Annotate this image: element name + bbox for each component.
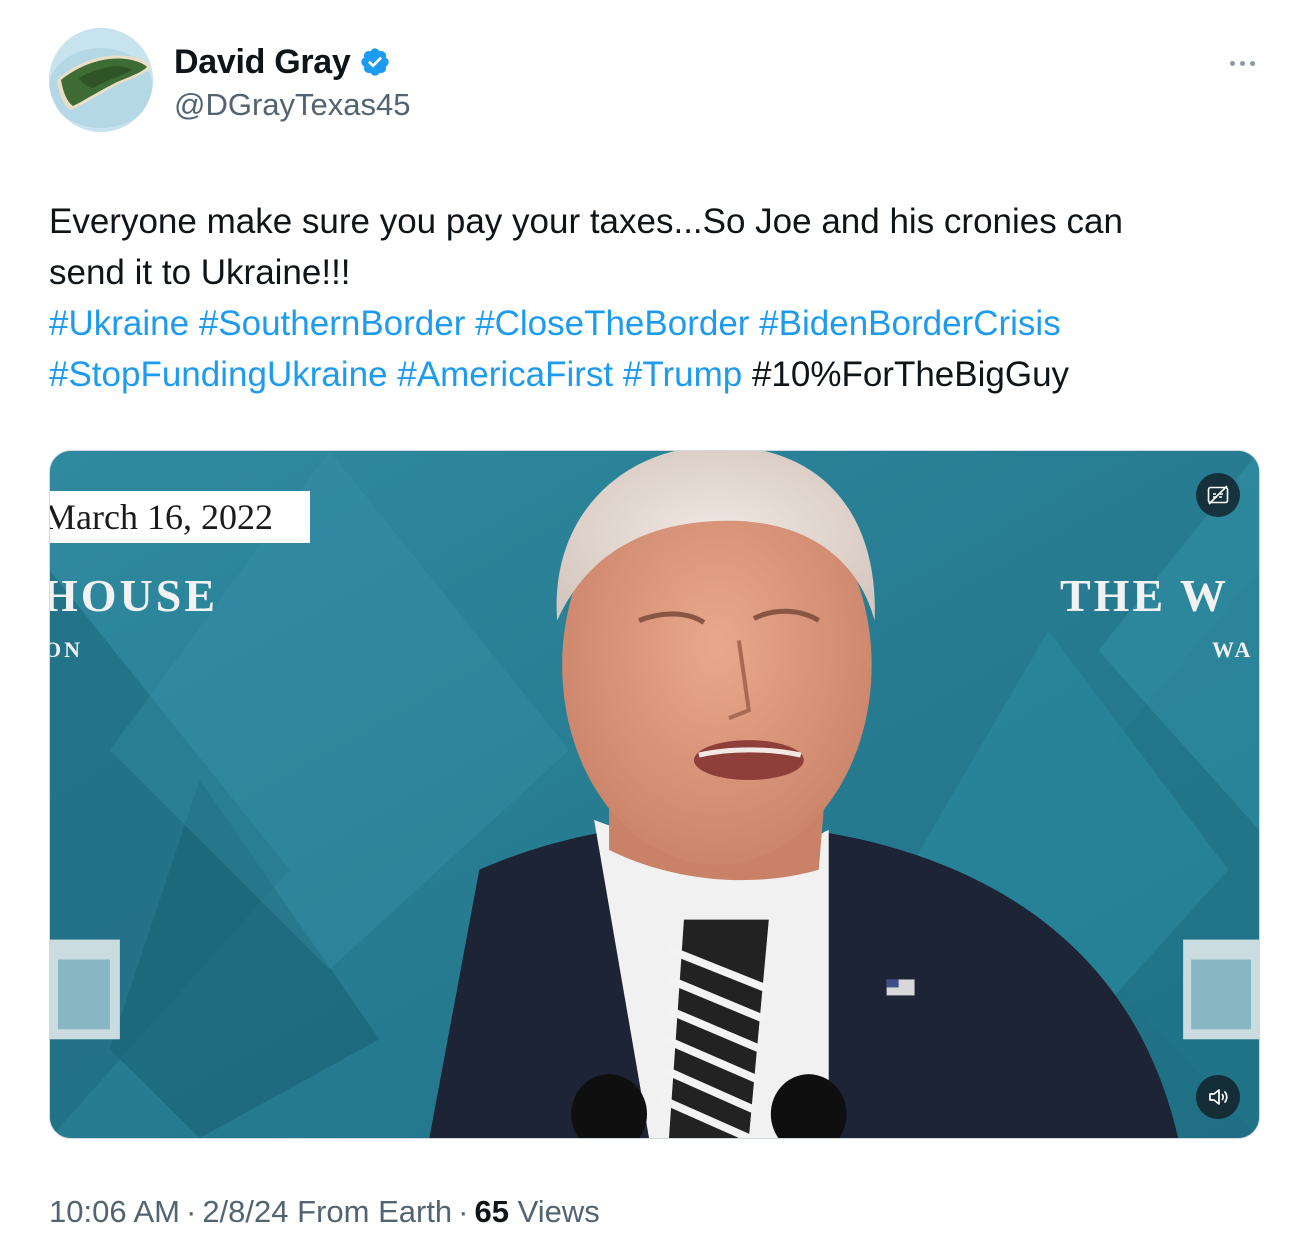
hashtag-link[interactable]: #StopFundingUkraine xyxy=(49,355,388,394)
avatar[interactable] xyxy=(49,28,153,132)
tweet-date[interactable]: 2/8/24 xyxy=(202,1194,288,1229)
hashtag-line: #StopFundingUkraine #AmericaFirst #Trump… xyxy=(49,349,1249,400)
backdrop-sign-right-sub: WA xyxy=(1212,637,1254,662)
speaker-icon xyxy=(1209,1089,1228,1105)
ellipsis-icon xyxy=(1229,60,1235,66)
mute-toggle-button[interactable] xyxy=(1196,1075,1240,1119)
backdrop-sign-left: HOUSE xyxy=(49,570,219,621)
separator-dot: · xyxy=(458,1194,469,1229)
backdrop-sign-right: THE W xyxy=(1060,570,1229,621)
views-label: Views xyxy=(517,1194,600,1229)
views-count[interactable]: 65 xyxy=(475,1194,509,1229)
hashtag-link[interactable]: #BidenBorderCrisis xyxy=(759,304,1061,343)
island-avatar-image xyxy=(49,28,153,132)
ellipsis-icon xyxy=(1249,60,1255,66)
verified-badge-icon[interactable] xyxy=(359,46,391,78)
captions-off-icon xyxy=(1207,485,1229,505)
hashtag-link[interactable]: #CloseTheBorder xyxy=(475,304,749,343)
ellipsis-icon xyxy=(1239,60,1245,66)
video-player[interactable]: March 16, 2022 HOUSE ON THE W WA xyxy=(49,450,1260,1139)
backdrop-sign-left-sub: ON xyxy=(50,637,83,662)
video-frame xyxy=(50,451,1259,1138)
hashtag-link[interactable]: #Ukraine xyxy=(49,304,189,343)
hashtag-line: #Ukraine #SouthernBorder #CloseTheBorder… xyxy=(49,298,1249,349)
separator-dot: · xyxy=(185,1194,197,1229)
author-handle[interactable]: @DGrayTexas45 xyxy=(174,86,411,124)
hashtag-link[interactable]: #AmericaFirst xyxy=(397,355,613,394)
tweet-text-line: send it to Ukraine!!! xyxy=(49,253,351,292)
tweet-meta: 10:06 AM · 2/8/24 From Earth · 65 Views xyxy=(49,1190,600,1234)
plain-hashtag-text: #10%ForTheBigGuy xyxy=(751,355,1070,394)
hashtag-link[interactable]: #SouthernBorder xyxy=(199,304,466,343)
date-overlay: March 16, 2022 xyxy=(50,491,310,543)
tweet-text: Everyone make sure you pay your taxes...… xyxy=(49,196,1249,400)
hashtag-link[interactable]: #Trump xyxy=(623,355,742,394)
more-options-button[interactable] xyxy=(1222,48,1262,78)
tweet-time[interactable]: 10:06 AM xyxy=(49,1194,180,1229)
author-name[interactable]: David Gray xyxy=(174,42,391,82)
tweet-source: From Earth xyxy=(297,1194,453,1229)
captions-toggle-button[interactable] xyxy=(1196,473,1240,517)
tweet-text-line: Everyone make sure you pay your taxes...… xyxy=(49,202,1123,241)
display-name-text[interactable]: David Gray xyxy=(174,42,351,82)
